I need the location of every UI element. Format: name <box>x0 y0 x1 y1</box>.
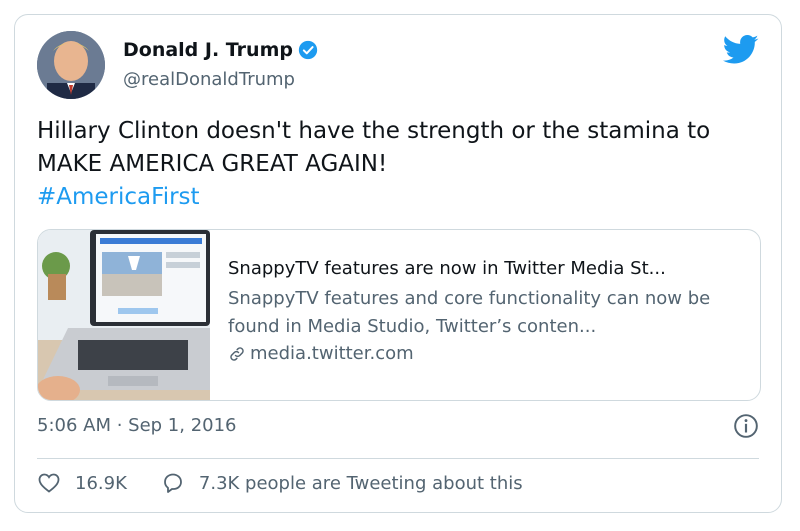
like-button[interactable]: 16.9K <box>37 471 127 495</box>
link-text-block: SnappyTV features are now in Twitter Med… <box>228 258 748 364</box>
heart-icon <box>38 473 60 493</box>
conversation-text: 7.3K people are Tweeting about this <box>198 472 523 494</box>
info-icon[interactable] <box>733 413 759 439</box>
twitter-bird-icon[interactable] <box>723 35 759 65</box>
link-description: SnappyTV features and core functionality… <box>228 288 711 337</box>
author-row: Donald J. Trump <box>123 39 318 61</box>
link-icon <box>230 346 244 361</box>
author-handle[interactable]: @realDonaldTrump <box>123 69 295 90</box>
tweet-text: Hillary Clinton doesn't have the strengt… <box>37 115 757 214</box>
engagement-bar: 16.9K 7.3K people are Tweeting about thi… <box>37 471 557 495</box>
avatar[interactable] <box>37 31 105 99</box>
verified-badge-icon <box>298 40 318 60</box>
like-count: 16.9K <box>75 472 127 494</box>
link-preview-card[interactable]: SnappyTV features are now in Twitter Med… <box>37 229 761 401</box>
author-name[interactable]: Donald J. Trump <box>123 39 293 61</box>
tweet-card: Donald J. Trump @realDonaldTrump Hillary… <box>14 14 782 513</box>
divider <box>37 458 759 459</box>
reply-bubble-icon <box>163 473 182 493</box>
link-domain-row: media.twitter.com <box>228 343 748 364</box>
tweet-body: Hillary Clinton doesn't have the strengt… <box>37 118 711 177</box>
hashtag-link[interactable]: #AmericaFirst <box>37 184 200 210</box>
conversation-link[interactable]: 7.3K people are Tweeting about this <box>161 471 523 495</box>
link-thumbnail <box>38 230 210 400</box>
link-title: SnappyTV features are now in Twitter Med… <box>228 258 666 279</box>
link-domain: media.twitter.com <box>250 343 414 364</box>
tweet-timestamp[interactable]: 5:06 AM · Sep 1, 2016 <box>37 415 237 436</box>
